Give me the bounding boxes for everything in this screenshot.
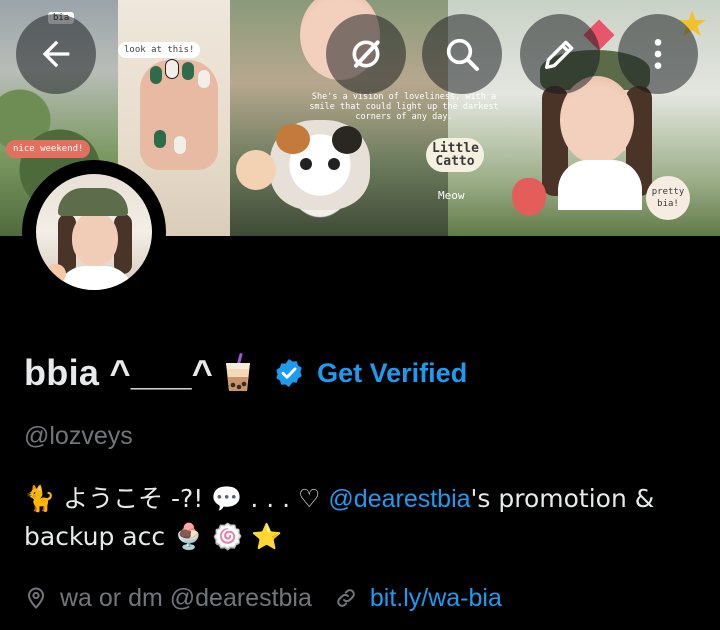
strawberry-sticker <box>512 178 546 216</box>
grok-button[interactable] <box>326 14 406 94</box>
cat-image <box>270 120 370 210</box>
back-button[interactable] <box>16 14 96 94</box>
more-button[interactable] <box>618 14 698 94</box>
profile-bio: 🐈 ようこそ -?! 💬 . . . ♡ @dearestbia's promo… <box>24 480 704 556</box>
bio-text-start: 🐈 ようこそ -?! 💬 . . . ♡ <box>24 484 329 513</box>
sticker-pretty-bia: pretty bia! <box>646 176 690 220</box>
sticker-little-catto: Little Catto <box>426 138 484 172</box>
location-text: wa or dm @dearestbia <box>60 583 312 612</box>
edit-button[interactable] <box>520 14 600 94</box>
location-pin-icon <box>27 587 45 609</box>
avatar-image <box>36 174 152 290</box>
sticker-vision-quote: She's a vision of loveliness, with a smi… <box>309 92 499 122</box>
search-icon <box>446 38 479 71</box>
verified-badge-icon[interactable] <box>273 357 305 389</box>
grok-icon <box>352 40 380 68</box>
get-verified-link[interactable]: Get Verified <box>317 358 467 389</box>
hand-image <box>140 59 218 170</box>
profile-avatar[interactable] <box>22 160 166 304</box>
profile-website-link[interactable]: bit.ly/wa-bia <box>370 584 502 613</box>
paw-sticker <box>236 150 276 190</box>
pencil-icon <box>545 40 574 70</box>
name-row: bbia ^___^ Get Verified <box>24 348 467 398</box>
sticker-nice-weekend: nice weekend! <box>6 140 91 158</box>
display-name: bbia ^___^ <box>24 352 214 393</box>
bubble-tea-icon <box>226 353 251 391</box>
bio-mention-link[interactable]: @dearestbia <box>328 485 470 513</box>
paw-sticker <box>46 264 66 284</box>
search-button[interactable] <box>422 14 502 94</box>
profile-meta: wa or dm @dearestbia bit.ly/wa-bia <box>24 580 502 616</box>
arrow-left-icon <box>42 40 70 68</box>
more-vertical-icon <box>654 39 662 69</box>
sticker-look-at-this: look at this! <box>118 42 201 58</box>
user-handle: @lozveys <box>24 422 133 450</box>
link-icon <box>337 589 355 607</box>
sticker-meow: Meow <box>438 189 465 202</box>
